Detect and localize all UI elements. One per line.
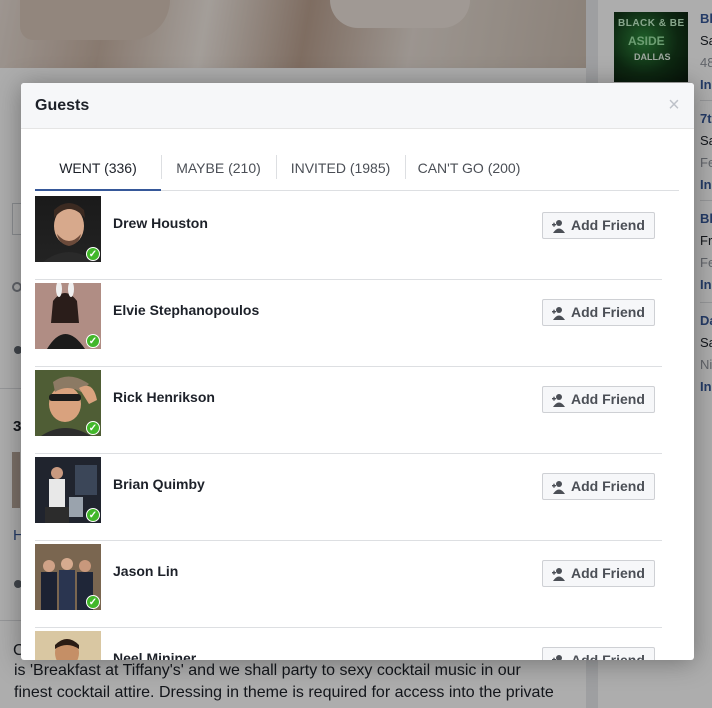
tab-cant-go[interactable]: CAN'T GO (200) — [405, 143, 533, 191]
guest-name[interactable]: Brian Quimby — [113, 476, 205, 492]
add-friend-label: Add Friend — [571, 217, 645, 233]
tab-went[interactable]: WENT (336) — [35, 143, 161, 191]
add-friend-icon — [552, 655, 562, 660]
guest-row: ✓ Jason Lin Add Friend — [35, 541, 662, 628]
add-friend-button[interactable]: Add Friend — [542, 386, 655, 413]
add-friend-icon — [552, 394, 565, 407]
guest-row: ✓ Elvie Stephanopoulos Add Friend — [35, 280, 662, 367]
close-icon[interactable]: × — [664, 95, 684, 115]
add-friend-label: Add Friend — [571, 565, 645, 581]
guest-name[interactable]: Rick Henrikson — [113, 389, 215, 405]
guest-row: ✓ Brian Quimby Add Friend — [35, 454, 662, 541]
avatar[interactable]: ✓ — [35, 283, 101, 349]
avatar[interactable]: ✓ — [35, 196, 101, 262]
add-friend-icon — [552, 481, 565, 494]
going-check-icon: ✓ — [86, 595, 100, 609]
dialog-header: Guests × — [21, 83, 694, 129]
guest-row: Neel Mininer Add Friend — [35, 628, 662, 660]
add-friend-label: Add Friend — [571, 478, 645, 494]
guest-tabs: WENT (336) MAYBE (210) INVITED (1985) CA… — [35, 143, 679, 191]
avatar[interactable]: ✓ — [35, 370, 101, 436]
add-friend-icon — [552, 568, 565, 581]
avatar[interactable] — [35, 631, 101, 660]
add-friend-label: Add Friend — [571, 652, 645, 660]
add-friend-button[interactable]: Add Friend — [542, 299, 655, 326]
guest-name[interactable]: Jason Lin — [113, 563, 178, 579]
guest-name[interactable]: Drew Houston — [113, 215, 208, 231]
guest-name[interactable]: Elvie Stephanopoulos — [113, 302, 259, 318]
avatar[interactable]: ✓ — [35, 544, 101, 610]
guest-name[interactable]: Neel Mininer — [113, 650, 196, 660]
going-check-icon: ✓ — [86, 334, 100, 348]
add-friend-button[interactable]: Add Friend — [542, 647, 655, 660]
add-friend-icon — [552, 220, 565, 233]
tab-invited[interactable]: INVITED (1985) — [276, 143, 405, 191]
going-check-icon: ✓ — [86, 508, 100, 522]
guests-dialog: Guests × WENT (336) MAYBE (210) INVITED … — [21, 83, 694, 660]
tab-maybe[interactable]: MAYBE (210) — [161, 143, 276, 191]
guest-list[interactable]: ✓ Drew Houston Add Friend ✓ Elvie Stepha… — [35, 193, 662, 660]
add-friend-button[interactable]: Add Friend — [542, 212, 655, 239]
guest-row: ✓ Drew Houston Add Friend — [35, 193, 662, 280]
going-check-icon: ✓ — [86, 421, 100, 435]
add-friend-button[interactable]: Add Friend — [542, 560, 655, 587]
avatar[interactable]: ✓ — [35, 457, 101, 523]
add-friend-icon — [552, 307, 565, 320]
dialog-title: Guests — [35, 97, 90, 114]
add-friend-label: Add Friend — [571, 391, 645, 407]
going-check-icon: ✓ — [86, 247, 100, 261]
profile-photo — [35, 631, 101, 660]
add-friend-button[interactable]: Add Friend — [542, 473, 655, 500]
add-friend-label: Add Friend — [571, 304, 645, 320]
guest-row: ✓ Rick Henrikson Add Friend — [35, 367, 662, 454]
